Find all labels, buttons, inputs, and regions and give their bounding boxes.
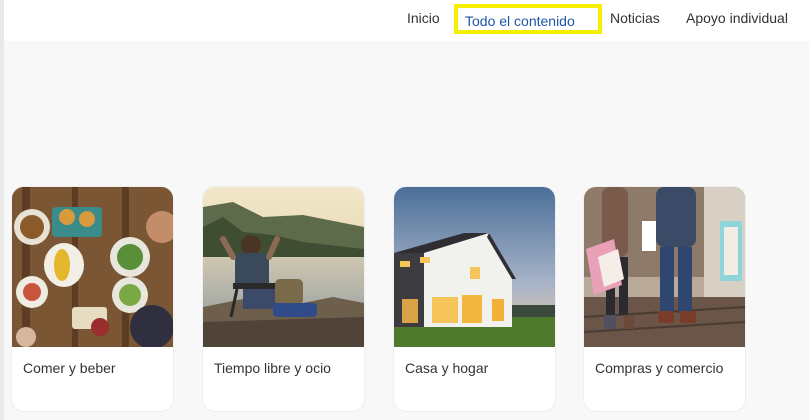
category-card-tiempo-libre-y-ocio[interactable]: Tiempo libre y ocio — [203, 187, 364, 411]
category-card-label: Comer y beber — [23, 360, 116, 376]
top-navigation-bar: Inicio Todo el contenido Noticias Apoyo … — [4, 0, 809, 41]
shopping-photo — [584, 187, 745, 347]
category-card-comer-y-beber[interactable]: Comer y beber — [12, 187, 173, 411]
category-card-label: Tiempo libre y ocio — [214, 360, 331, 376]
house-photo — [394, 187, 555, 347]
nav-item-apoyo-individual[interactable]: Apoyo individual — [686, 10, 788, 26]
category-card-label: Casa y hogar — [405, 360, 489, 376]
category-card-label: Compras y comercio — [595, 360, 724, 376]
page-left-border — [0, 0, 4, 420]
nav-item-inicio[interactable]: Inicio — [407, 10, 440, 26]
nav-item-noticias[interactable]: Noticias — [610, 10, 660, 26]
category-card-compras-y-comercio[interactable]: Compras y comercio — [584, 187, 745, 411]
food-table-photo — [12, 187, 173, 347]
lake-relax-photo — [203, 187, 364, 347]
main-nav: Inicio Todo el contenido Noticias Apoyo … — [4, 0, 809, 41]
nav-item-todo-el-contenido[interactable]: Todo el contenido — [454, 4, 602, 34]
category-card-casa-y-hogar[interactable]: Casa y hogar — [394, 187, 555, 411]
